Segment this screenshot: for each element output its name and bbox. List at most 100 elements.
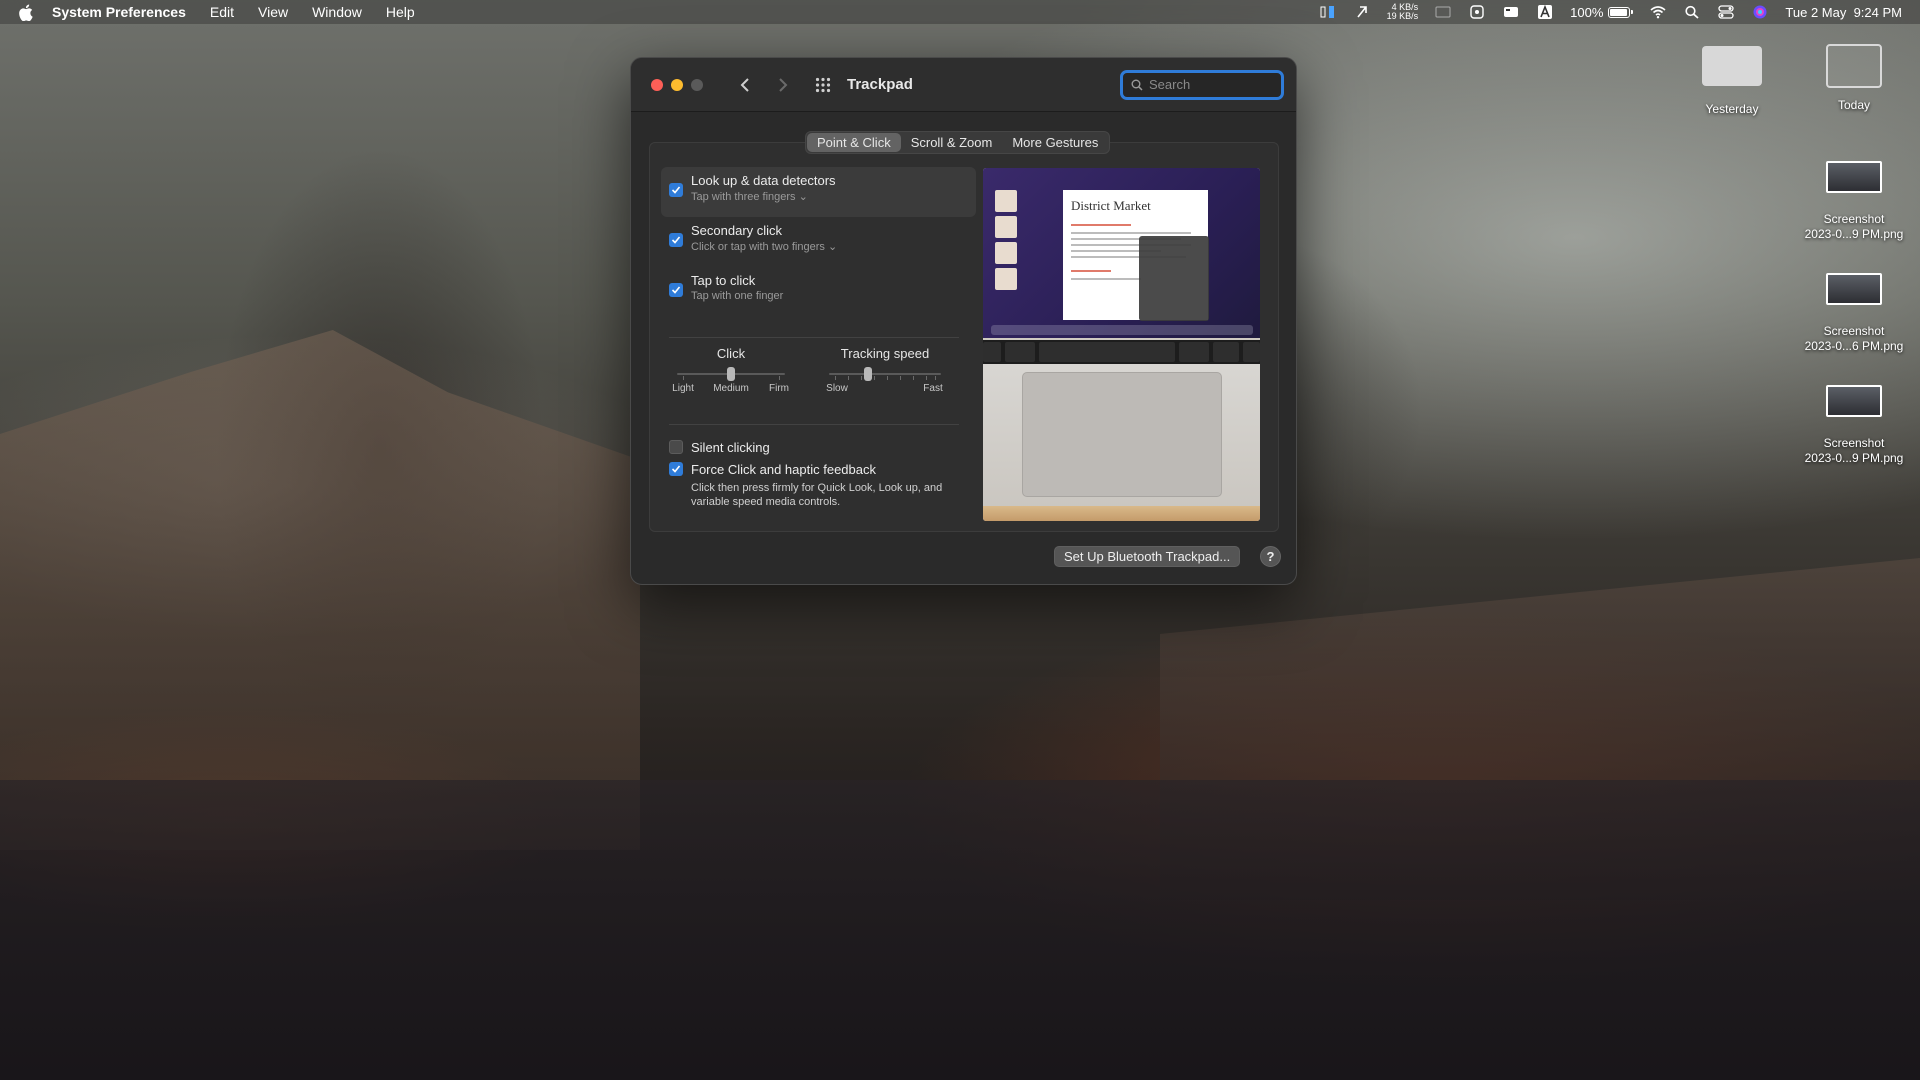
option-gesture-dropdown[interactable]: Click or tap with two fingers ⌄ bbox=[691, 240, 837, 253]
menu-help[interactable]: Help bbox=[386, 4, 415, 20]
forward-button[interactable] bbox=[771, 73, 795, 97]
folder-icon bbox=[1826, 44, 1882, 88]
network-speed[interactable]: 4 KB/s 19 KB/s bbox=[1387, 3, 1419, 21]
tab-more-gestures[interactable]: More Gestures bbox=[1002, 133, 1108, 152]
tab-scroll-and-zoom[interactable]: Scroll & Zoom bbox=[901, 133, 1003, 152]
click-slider-knob[interactable] bbox=[727, 367, 735, 381]
force-click-checkbox[interactable] bbox=[669, 462, 683, 476]
search-icon bbox=[1131, 79, 1143, 91]
desktop-folder-yesterday[interactable]: Yesterday bbox=[1672, 46, 1792, 117]
preview-dock bbox=[991, 325, 1253, 335]
slider-label-slow: Slow bbox=[826, 383, 848, 394]
option-secondary-click[interactable]: Secondary click Click or tap with two fi… bbox=[661, 217, 976, 267]
image-thumbnail-icon bbox=[1826, 273, 1882, 305]
slider-label-fast: Fast bbox=[923, 383, 943, 394]
force-click-label: Force Click and haptic feedback bbox=[691, 461, 876, 477]
desktop-file-screenshot[interactable]: Screenshot 2023-0...6 PM.png bbox=[1794, 273, 1914, 354]
search-input[interactable] bbox=[1149, 77, 1269, 92]
slider-label-firm: Firm bbox=[769, 383, 789, 394]
preview-trackpad bbox=[1022, 372, 1222, 497]
force-click-description: Click then press firmly for Quick Look, … bbox=[691, 482, 943, 508]
siri-icon[interactable] bbox=[1751, 4, 1769, 20]
desktop-item-label: Screenshot 2023-0...6 PM.png bbox=[1804, 324, 1904, 353]
tab-bar: Point & Click Scroll & Zoom More Gesture… bbox=[805, 131, 1111, 154]
option-silent-clicking[interactable]: Silent clicking bbox=[661, 436, 976, 458]
navigation bbox=[733, 73, 795, 97]
option-tap-to-click[interactable]: Tap to click Tap with one finger bbox=[661, 267, 976, 317]
click-slider[interactable] bbox=[677, 367, 785, 381]
menu-app-name[interactable]: System Preferences bbox=[52, 4, 186, 20]
silent-clicking-label: Silent clicking bbox=[691, 439, 770, 455]
battery-icon bbox=[1608, 6, 1634, 18]
tracking-slider-group: Tracking speed Slow Fast bbox=[826, 346, 943, 395]
keyboard-icon[interactable] bbox=[1434, 4, 1452, 20]
desktop-folder-today[interactable]: Today bbox=[1794, 44, 1914, 113]
wallpaper-ground bbox=[0, 780, 1920, 1080]
help-button[interactable]: ? bbox=[1260, 546, 1281, 567]
menu-view[interactable]: View bbox=[258, 4, 288, 20]
menu-edit[interactable]: Edit bbox=[210, 4, 234, 20]
chevron-right-icon bbox=[779, 77, 788, 92]
clock[interactable]: Tue 2 May 9:24 PM bbox=[1785, 5, 1902, 20]
look-up-checkbox[interactable] bbox=[669, 183, 683, 197]
search-field[interactable] bbox=[1120, 69, 1284, 100]
battery-status[interactable]: 100% bbox=[1570, 5, 1634, 20]
stats-icon[interactable] bbox=[1319, 4, 1337, 20]
back-button[interactable] bbox=[733, 73, 757, 97]
apple-icon[interactable] bbox=[18, 3, 36, 21]
minimize-button[interactable] bbox=[671, 78, 683, 91]
gesture-preview-video: District Market bbox=[983, 168, 1260, 521]
sliders-section: Click Light Medium Firm Tracking speed S… bbox=[661, 346, 961, 416]
setup-bluetooth-trackpad-button[interactable]: Set Up Bluetooth Trackpad... bbox=[1054, 546, 1241, 567]
zoom-button[interactable] bbox=[691, 78, 703, 91]
tracking-slider-title: Tracking speed bbox=[840, 346, 930, 361]
option-title: Tap to click bbox=[691, 273, 756, 288]
screen-capture-icon[interactable] bbox=[1468, 4, 1486, 20]
option-look-up[interactable]: Look up & data detectors Tap with three … bbox=[661, 167, 976, 217]
secondary-click-checkbox[interactable] bbox=[669, 233, 683, 247]
desktop-item-label: Yesterday bbox=[1705, 102, 1759, 116]
tracking-slider-knob[interactable] bbox=[864, 367, 872, 381]
preview-sidebar bbox=[995, 190, 1021, 320]
tap-to-click-checkbox[interactable] bbox=[669, 283, 683, 297]
divider bbox=[669, 337, 959, 338]
show-all-grid-icon[interactable] bbox=[813, 75, 833, 95]
desktop-file-screenshot[interactable]: Screenshot 2023-0...9 PM.png bbox=[1794, 385, 1914, 466]
window-title: Trackpad bbox=[847, 76, 913, 93]
spotlight-search-icon[interactable] bbox=[1683, 4, 1701, 20]
link-icon[interactable] bbox=[1353, 4, 1371, 20]
option-gesture-dropdown[interactable]: Tap with three fingers ⌄ bbox=[691, 190, 836, 203]
wifi-icon[interactable] bbox=[1649, 4, 1667, 20]
close-button[interactable] bbox=[651, 78, 663, 91]
folder-icon bbox=[1702, 46, 1762, 86]
divider bbox=[669, 424, 959, 425]
tab-point-and-click[interactable]: Point & Click bbox=[807, 133, 901, 152]
menu-extra-icon[interactable] bbox=[1502, 4, 1520, 20]
desktop-file-screenshot[interactable]: Screenshot 2023-0...9 PM.png bbox=[1794, 161, 1914, 242]
desktop-item-label: Screenshot 2023-0...9 PM.png bbox=[1804, 436, 1904, 465]
wallpaper-building bbox=[0, 330, 640, 850]
preview-doc-title: District Market bbox=[1071, 198, 1151, 213]
tracking-slider[interactable] bbox=[829, 367, 941, 381]
preview-desk bbox=[983, 506, 1260, 521]
checkmark-icon bbox=[671, 186, 681, 194]
slider-label-light: Light bbox=[672, 383, 694, 394]
desktop-item-label: Screenshot 2023-0...9 PM.png bbox=[1804, 212, 1904, 241]
window-titlebar: Trackpad bbox=[631, 58, 1296, 112]
slider-label-medium: Medium bbox=[713, 383, 749, 394]
option-force-click[interactable]: Force Click and haptic feedback bbox=[661, 458, 976, 480]
checkmark-icon bbox=[671, 465, 681, 473]
trackpad-preferences-window: Trackpad Point & Click Scroll & Zoom Mor… bbox=[630, 57, 1297, 585]
click-slider-group: Click Light Medium Firm bbox=[672, 346, 789, 395]
click-slider-title: Click bbox=[716, 346, 746, 361]
menu-bar: System Preferences Edit View Window Help… bbox=[0, 0, 1920, 24]
click-feedback-options: Silent clicking Force Click and haptic f… bbox=[661, 436, 976, 509]
input-source-icon[interactable] bbox=[1536, 4, 1554, 20]
option-subtitle: Tap with three fingers bbox=[691, 191, 796, 203]
window-controls bbox=[651, 78, 703, 91]
preview-keyboard bbox=[983, 340, 1260, 364]
network-download: 19 KB/s bbox=[1386, 11, 1419, 21]
menu-window[interactable]: Window bbox=[312, 4, 362, 20]
silent-clicking-checkbox[interactable] bbox=[669, 440, 683, 454]
control-center-icon[interactable] bbox=[1717, 4, 1735, 20]
